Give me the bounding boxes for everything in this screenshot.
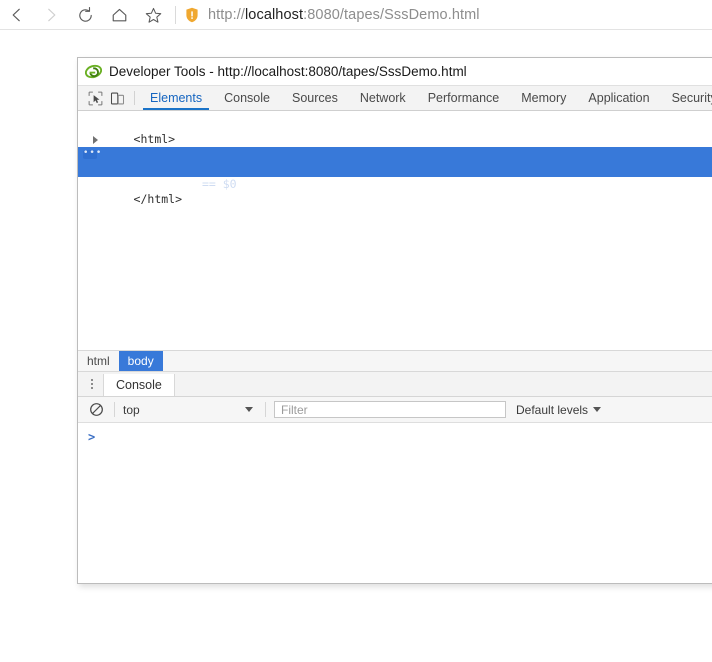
url-scheme: http:// (208, 7, 245, 23)
console-prompt-row[interactable]: > (78, 428, 712, 445)
reload-button[interactable] (68, 1, 102, 29)
kebab-dot-icon (91, 387, 93, 389)
tab-console[interactable]: Console (213, 86, 281, 110)
star-icon (145, 7, 161, 23)
expand-caret-icon[interactable] (93, 136, 98, 144)
dom-node-body-close[interactable]: </body> == $0 (78, 162, 712, 191)
url-path: :8080/tapes/SssDemo.html (303, 7, 480, 23)
dom-tree-panel[interactable]: <html> <head>…</head> •••<body style> </… (78, 111, 712, 350)
address-bar[interactable]: http://localhost:8080/tapes/SssDemo.html (208, 7, 480, 23)
inspect-element-button[interactable] (84, 86, 106, 110)
tabbar-divider (134, 91, 135, 105)
back-arrow-icon (12, 8, 20, 22)
dom-node-head[interactable]: <head>…</head> (78, 132, 712, 176)
dom-node-html-close[interactable]: </html> (78, 177, 712, 206)
chevron-down-icon (593, 407, 602, 412)
console-toolbar-divider (114, 402, 115, 417)
breadcrumb-item-html[interactable]: html (78, 351, 119, 371)
dom-badge-icon[interactable]: ••• (83, 149, 101, 159)
drawer-tabbar: Console (78, 372, 712, 397)
kebab-dot-icon (91, 383, 93, 385)
tab-performance[interactable]: Performance (417, 86, 511, 110)
console-toolbar: top Filter Default levels (78, 397, 712, 423)
tab-application[interactable]: Application (577, 86, 660, 110)
console-output[interactable]: > (78, 423, 712, 573)
devtools-titlebar: Developer Tools - http://localhost:8080/… (78, 58, 712, 85)
tab-network[interactable]: Network (349, 86, 417, 110)
console-context-value: top (123, 402, 140, 417)
tab-elements[interactable]: Elements (139, 86, 213, 110)
console-prompt-icon: > (88, 429, 96, 444)
home-icon (112, 8, 126, 21)
browser-toolbar: http://localhost:8080/tapes/SssDemo.html (0, 0, 712, 30)
tab-sources[interactable]: Sources (281, 86, 349, 110)
favorites-button[interactable] (136, 1, 170, 29)
device-toolbar-icon (110, 92, 124, 104)
clear-console-button[interactable] (86, 400, 106, 420)
breadcrumb-item-body[interactable]: body (118, 351, 163, 371)
dom-node-html-open[interactable]: <html> (78, 117, 712, 146)
drawer-tab-console[interactable]: Console (103, 374, 175, 396)
drawer-menu-button[interactable] (81, 372, 103, 396)
devtools-title: Developer Tools - http://localhost:8080/… (109, 64, 467, 79)
url-host: localhost (244, 7, 304, 23)
shield-icon[interactable] (185, 7, 199, 23)
forward-button[interactable] (34, 1, 68, 29)
dom-node-body-open[interactable]: •••<body style> (78, 147, 712, 176)
console-filter-input[interactable]: Filter (274, 401, 506, 418)
forward-arrow-icon (48, 8, 56, 22)
console-context-select[interactable]: top (123, 403, 257, 417)
reload-icon (78, 6, 92, 22)
inspect-element-icon (88, 91, 102, 105)
toolbar-divider (175, 6, 176, 24)
tab-security[interactable]: Security (661, 86, 712, 110)
devtools-tabbar: Elements Console Sources Network Perform… (78, 85, 712, 111)
console-levels-label: Default levels (516, 402, 589, 417)
dom-node-text: </html> (133, 192, 183, 206)
home-button[interactable] (102, 1, 136, 29)
chevron-down-icon (245, 407, 253, 412)
console-toolbar-divider (265, 402, 266, 417)
breadcrumb: html body (78, 350, 712, 372)
clear-console-icon (89, 403, 103, 416)
tab-memory[interactable]: Memory (510, 86, 577, 110)
kebab-dot-icon (91, 379, 93, 381)
device-toolbar-button[interactable] (106, 86, 128, 110)
ie-logo-icon (85, 64, 102, 79)
console-levels-select[interactable]: Default levels (516, 402, 602, 417)
devtools-window: Developer Tools - http://localhost:8080/… (77, 57, 712, 584)
back-button[interactable] (0, 1, 34, 29)
